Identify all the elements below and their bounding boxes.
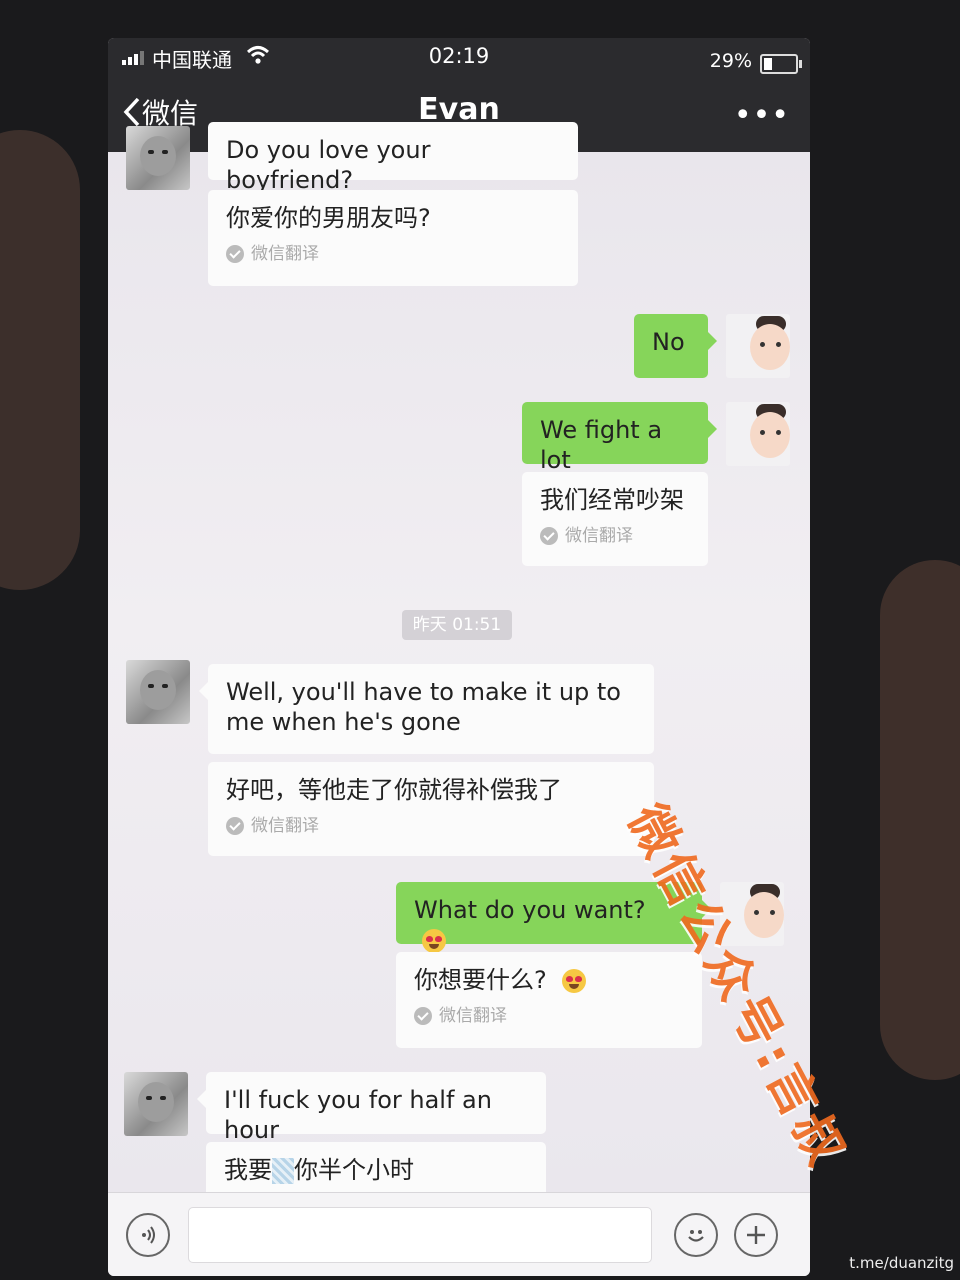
heart-eyes-emoji-icon xyxy=(422,929,446,953)
check-circle-icon xyxy=(540,527,558,545)
translation-text: 好吧，等他走了你就得补偿我了 xyxy=(226,776,562,804)
message-bubble-received[interactable]: Do you love your boyfriend? xyxy=(208,122,578,194)
avatar-me[interactable] xyxy=(726,314,790,378)
finger-left xyxy=(0,130,80,590)
credit-text: t.me/duanzitg xyxy=(849,1254,954,1272)
more-options-button[interactable]: ••• xyxy=(734,98,790,133)
translation-badge: 微信翻译 xyxy=(226,239,560,269)
message-bubble-received[interactable]: Well, you'll have to make it up to me wh… xyxy=(199,664,654,754)
input-bar xyxy=(108,1192,810,1276)
translation-text-start: 我要 xyxy=(224,1156,272,1184)
chat-area[interactable]: Do you love your boyfriend? 你爱你的男朋友吗? 微信… xyxy=(108,122,810,1204)
avatar-evan[interactable] xyxy=(126,126,190,190)
emoji-button[interactable] xyxy=(674,1213,718,1257)
translation-badge-label: 微信翻译 xyxy=(251,244,319,264)
voice-button[interactable] xyxy=(126,1213,170,1257)
timestamp: 昨天 01:51 xyxy=(402,610,512,640)
translation-bubble[interactable]: 我们经常吵架 微信翻译 xyxy=(522,472,708,566)
translation-text-end: 你半个小时 xyxy=(294,1156,414,1184)
translation-text: 我们经常吵架 xyxy=(540,486,684,514)
translation-badge: 微信翻译 xyxy=(226,811,636,841)
message-text: No xyxy=(652,328,685,356)
message-bubble-sent[interactable]: We fight a lot xyxy=(522,402,717,474)
message-bubble-received[interactable]: I'll fuck you for half an hour xyxy=(197,1072,546,1144)
finger-right xyxy=(880,560,960,1080)
status-time: 02:19 xyxy=(428,44,490,68)
check-circle-icon xyxy=(226,817,244,835)
avatar-evan[interactable] xyxy=(126,660,190,724)
censored-mosaic xyxy=(272,1158,294,1184)
battery-percent: 29% xyxy=(709,50,752,72)
battery-icon xyxy=(760,54,802,74)
message-input[interactable] xyxy=(188,1207,652,1263)
message-text: What do you want? xyxy=(414,896,646,924)
check-circle-icon xyxy=(226,245,244,263)
translation-text: 你想要什么? xyxy=(414,966,547,994)
translation-text: 你爱你的男朋友吗? xyxy=(226,204,431,232)
avatar-me[interactable] xyxy=(726,402,790,466)
phone-screen: 中国联通 02:19 29% 微信 Evan ••• Do you love y… xyxy=(108,38,810,1276)
message-text: We fight a lot xyxy=(540,416,663,474)
translation-bubble[interactable]: 你想要什么? 微信翻译 xyxy=(396,952,702,1048)
translation-badge: 微信翻译 xyxy=(540,521,690,551)
translation-badge-label: 微信翻译 xyxy=(565,526,633,546)
message-text: Do you love your boyfriend? xyxy=(226,136,431,194)
translation-badge: 微信翻译 xyxy=(414,1001,684,1031)
check-circle-icon xyxy=(414,1007,432,1025)
message-text: I'll fuck you for half an hour xyxy=(224,1086,492,1144)
translation-badge-label: 微信翻译 xyxy=(251,816,319,836)
smiley-icon xyxy=(688,1230,704,1242)
heart-eyes-emoji-icon xyxy=(562,969,587,993)
avatar-evan[interactable] xyxy=(124,1072,188,1136)
plus-icon xyxy=(747,1226,765,1244)
voice-icon xyxy=(142,1226,155,1244)
translation-badge-label: 微信翻译 xyxy=(439,1006,507,1026)
message-bubble-sent[interactable]: No xyxy=(634,314,717,378)
message-text: Well, you'll have to make it up to me wh… xyxy=(226,678,621,736)
add-button[interactable] xyxy=(734,1213,778,1257)
status-bar: 中国联通 02:19 29% xyxy=(108,38,810,80)
translation-bubble[interactable]: 好吧，等他走了你就得补偿我了 微信翻译 xyxy=(208,762,654,856)
translation-bubble[interactable]: 你爱你的男朋友吗? 微信翻译 xyxy=(208,190,578,286)
